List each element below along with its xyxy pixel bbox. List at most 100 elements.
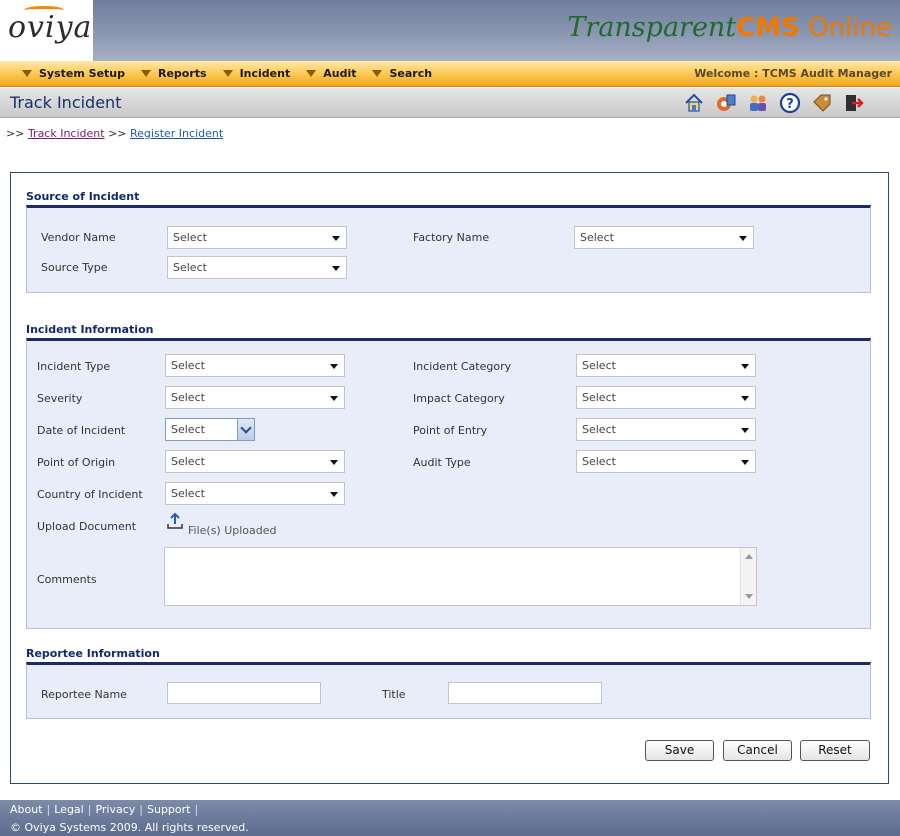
help-icon[interactable]: ? xyxy=(778,91,802,115)
home-icon[interactable] xyxy=(682,91,706,115)
menu-item-reports[interactable]: Reports xyxy=(141,67,207,80)
copyright-text: © Oviya Systems 2009. All rights reserve… xyxy=(10,821,249,834)
footer-separator: | xyxy=(194,803,199,816)
incident-category-label: Incident Category xyxy=(413,360,512,373)
upload-document-label: Upload Document xyxy=(37,520,137,533)
country-of-incident-label: Country of Incident xyxy=(37,488,143,501)
chevron-down-icon xyxy=(330,460,338,465)
impact-category-select[interactable]: Select xyxy=(576,386,756,409)
chevron-down-icon xyxy=(739,236,747,241)
severity-select[interactable]: Select xyxy=(165,386,345,409)
point-of-origin-label: Point of Origin xyxy=(37,456,116,469)
files-uploaded-text: File(s) Uploaded xyxy=(188,524,277,537)
menu-bar: System Setup Reports Incident Audit Sear… xyxy=(0,61,900,87)
settings-icon[interactable] xyxy=(714,91,738,115)
save-button[interactable]: Save xyxy=(645,740,714,761)
footer-link-privacy[interactable]: Privacy xyxy=(95,803,135,816)
source-type-value: Select xyxy=(173,261,207,274)
cancel-button[interactable]: Cancel xyxy=(723,740,792,761)
tag-icon[interactable] xyxy=(810,91,834,115)
scroll-down-icon[interactable] xyxy=(745,594,753,599)
chevron-down-icon xyxy=(330,396,338,401)
reportee-section: Reportee Name Title xyxy=(26,662,871,719)
source-type-select[interactable]: Select xyxy=(167,256,347,279)
impact-category-value: Select xyxy=(582,391,616,404)
menu-item-label: Search xyxy=(389,67,433,80)
main-menu: System Setup Reports Incident Audit Sear… xyxy=(22,67,448,80)
dropdown-arrow-icon xyxy=(141,70,151,77)
factory-name-value: Select xyxy=(580,231,614,244)
menu-item-label: Audit xyxy=(323,67,357,80)
footer: About | Legal | Privacy | Support | © Oviya Sys… xyxy=(0,800,900,836)
vendor-name-label: Vendor Name xyxy=(41,231,116,244)
logout-icon[interactable] xyxy=(842,91,866,115)
reportee-title-input[interactable] xyxy=(448,682,602,704)
dropdown-arrow-icon xyxy=(372,70,383,77)
chevron-down-icon xyxy=(332,266,340,271)
comments-label: Comments xyxy=(37,573,97,586)
menu-item-incident[interactable]: Incident xyxy=(222,67,290,80)
chevron-down-icon xyxy=(741,460,749,465)
chevron-down-icon xyxy=(332,236,340,241)
logo[interactable]: oviya xyxy=(0,0,93,61)
reportee-name-input[interactable] xyxy=(167,682,321,704)
incident-type-value: Select xyxy=(171,359,205,372)
comments-textarea[interactable] xyxy=(164,547,757,606)
reportee-title-label: Title xyxy=(382,688,406,701)
chevron-down-icon xyxy=(741,396,749,401)
point-of-entry-value: Select xyxy=(582,423,616,436)
dropdown-arrow-icon xyxy=(222,70,233,77)
date-of-incident-value: Select xyxy=(171,423,205,436)
menu-item-label: Reports xyxy=(158,67,207,80)
footer-separator: | xyxy=(139,803,143,816)
chevron-down-icon xyxy=(741,364,749,369)
incident-section: Incident Type Select Incident Category S… xyxy=(26,338,871,629)
svg-text:?: ? xyxy=(786,97,794,112)
reportee-name-label: Reportee Name xyxy=(41,688,127,701)
menu-item-system-setup[interactable]: System Setup xyxy=(22,67,125,80)
menu-item-search[interactable]: Search xyxy=(372,67,432,80)
brand-title: TransparentCMS Online xyxy=(567,12,892,43)
breadcrumb-link-track-incident[interactable]: Track Incident xyxy=(28,127,105,140)
chevron-down-icon xyxy=(330,492,338,497)
footer-link-about[interactable]: About xyxy=(10,803,43,816)
footer-link-support[interactable]: Support xyxy=(147,803,190,816)
incident-category-value: Select xyxy=(582,359,616,372)
users-icon[interactable] xyxy=(746,91,770,115)
factory-name-select[interactable]: Select xyxy=(574,226,754,249)
severity-label: Severity xyxy=(37,392,83,405)
breadcrumb-prefix: >> xyxy=(6,127,25,140)
incident-category-select[interactable]: Select xyxy=(576,354,756,377)
chevron-down-icon xyxy=(741,428,749,433)
source-type-label: Source Type xyxy=(41,261,108,274)
incident-type-select[interactable]: Select xyxy=(165,354,345,377)
breadcrumb-link-register-incident[interactable]: Register Incident xyxy=(130,127,223,140)
source-section: Vendor Name Select Factory Name Select S… xyxy=(26,205,871,293)
country-of-incident-select[interactable]: Select xyxy=(165,482,345,505)
vendor-name-select[interactable]: Select xyxy=(167,226,347,249)
scroll-up-icon[interactable] xyxy=(745,554,753,559)
breadcrumb: >> Track Incident >> Register Incident xyxy=(6,127,223,140)
toolbar: ? xyxy=(674,91,866,115)
country-of-incident-value: Select xyxy=(171,487,205,500)
point-of-entry-label: Point of Entry xyxy=(413,424,488,437)
point-of-entry-select[interactable]: Select xyxy=(576,418,756,441)
reset-button[interactable]: Reset xyxy=(800,740,870,761)
point-of-origin-value: Select xyxy=(171,455,205,468)
logo-text: oviya xyxy=(8,10,93,45)
factory-name-label: Factory Name xyxy=(413,231,490,244)
menu-item-audit[interactable]: Audit xyxy=(306,67,356,80)
comments-scrollbar[interactable] xyxy=(740,548,756,605)
dropdown-arrow-icon xyxy=(22,70,32,77)
date-of-incident-select[interactable]: Select xyxy=(165,418,255,441)
audit-type-select[interactable]: Select xyxy=(576,450,756,473)
brand-banner: TransparentCMS Online xyxy=(93,0,900,61)
upload-icon[interactable] xyxy=(166,512,184,530)
brand-part2: CMS xyxy=(736,13,800,43)
brand-part3: Online xyxy=(799,13,892,43)
point-of-origin-select[interactable]: Select xyxy=(165,450,345,473)
chevron-down-icon xyxy=(237,419,254,440)
impact-category-label: Impact Category xyxy=(413,392,505,405)
audit-type-label: Audit Type xyxy=(413,456,471,469)
footer-link-legal[interactable]: Legal xyxy=(54,803,83,816)
